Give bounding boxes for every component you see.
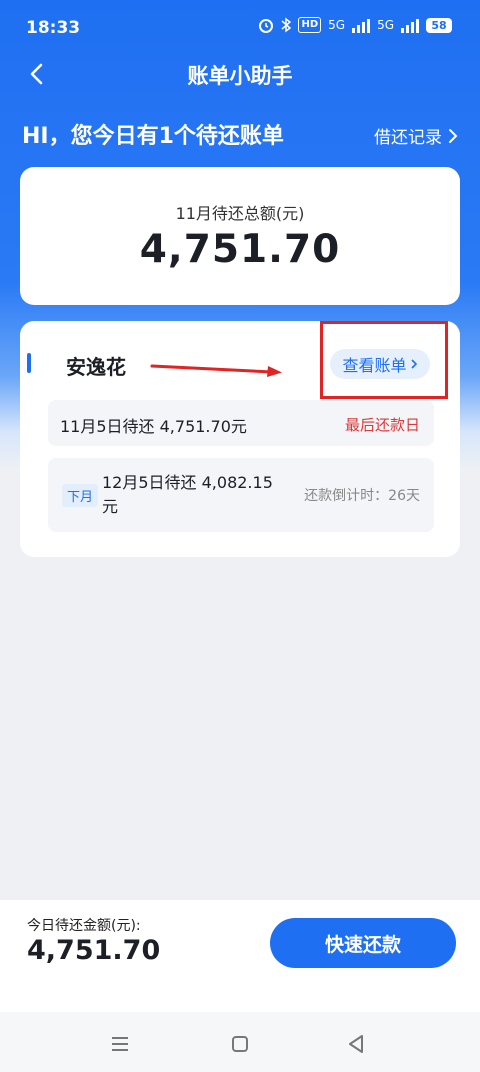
- bluetooth-icon: [281, 17, 292, 33]
- menu-icon[interactable]: [108, 1032, 132, 1056]
- total-card: 11月待还总额(元) 4,751.70: [20, 167, 460, 305]
- next-month-badge: 下月: [62, 484, 99, 507]
- bill-provider-name: 安逸花: [66, 355, 126, 379]
- current-bill-text: 11月5日待还 4,751.70元: [60, 417, 247, 436]
- current-bill-row[interactable]: 11月5日待还 4,751.70元 最后还款日: [48, 400, 434, 446]
- records-link-label: 借还记录: [374, 128, 442, 148]
- back-triangle-icon[interactable]: [344, 1032, 368, 1056]
- today-due-label: 今日待还金额(元):: [27, 918, 141, 934]
- records-link[interactable]: 借还记录: [374, 123, 458, 148]
- next-bill-row[interactable]: 下月 12月5日待还 4,082.15元 还款倒计时：26天: [48, 458, 434, 532]
- nav-bar: 账单小助手: [0, 50, 480, 98]
- status-icons: HD 5G 5G 58: [258, 17, 452, 33]
- home-icon[interactable]: [228, 1032, 252, 1056]
- status-time: 18:33: [26, 18, 81, 38]
- annotation-highlight-box: [320, 321, 448, 399]
- battery-icon: 58: [426, 17, 452, 33]
- total-label: 11月待还总额(元): [175, 204, 305, 223]
- chevron-right-icon: [449, 128, 458, 143]
- status-bar: 18:33 HD 5G 5G 58: [0, 0, 480, 56]
- total-amount: 4,751.70: [139, 227, 341, 272]
- signal-label-2: 5G: [377, 18, 394, 32]
- section-marker: [27, 353, 31, 373]
- signal-bars-2-icon: [401, 17, 419, 33]
- signal-bars-1-icon: [352, 17, 371, 33]
- due-date-tag: 最后还款日: [344, 416, 420, 434]
- annotation-arrow-icon: [150, 364, 282, 377]
- hd-icon: HD: [298, 17, 322, 33]
- page-title: 账单小助手: [187, 64, 293, 88]
- next-bill-text: 12月5日待还 4,082.15元: [102, 473, 273, 516]
- today-due-amount: 4,751.70: [27, 935, 161, 966]
- countdown-text: 还款倒计时：26天: [304, 488, 420, 504]
- alarm-icon: [259, 19, 274, 33]
- signal-label-1: 5G: [328, 18, 346, 32]
- quick-pay-button[interactable]: 快速还款: [270, 918, 456, 968]
- greeting-text: HI，您今日有1个待还账单: [22, 124, 284, 149]
- system-nav-bar: [0, 1012, 480, 1072]
